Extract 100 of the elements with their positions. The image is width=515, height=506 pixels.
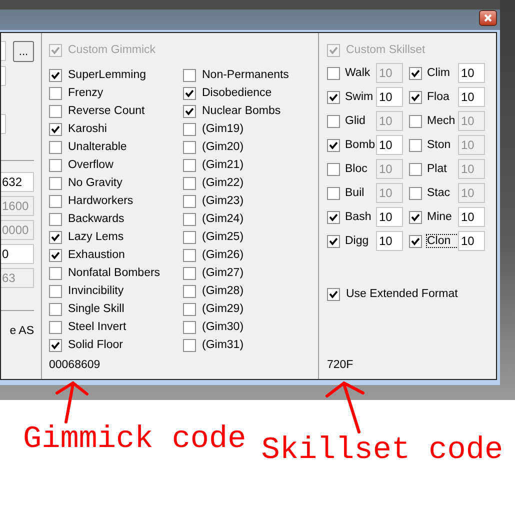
checkbox[interactable] [409, 186, 422, 200]
checkbox-label: (Gim29) [202, 303, 244, 315]
checkbox[interactable] [183, 284, 196, 298]
checkbox-label: (Gim30) [202, 321, 244, 333]
checkbox-label: Bomb [345, 139, 376, 151]
checkbox[interactable] [183, 302, 196, 316]
checkbox-label: Hardworkers [68, 195, 134, 207]
checkbox-label: Clon [427, 235, 458, 247]
number-field[interactable]: 10 [458, 87, 485, 107]
checkbox[interactable] [409, 162, 422, 176]
number-field[interactable]: 10 [376, 87, 403, 107]
checkbox[interactable] [183, 86, 196, 100]
checkbox[interactable] [327, 162, 340, 176]
checkbox[interactable] [49, 122, 62, 136]
checkbox-label: Invincibility [68, 285, 124, 297]
checkbox-label: Use Extended Format [346, 288, 458, 300]
checkbox-label: Exhaustion [68, 249, 125, 261]
checkbox[interactable] [49, 320, 62, 334]
checkbox[interactable] [409, 138, 422, 152]
checkbox[interactable] [49, 140, 62, 154]
checkbox[interactable] [327, 186, 340, 200]
checkbox[interactable] [49, 284, 62, 298]
number-field[interactable]: 0 [1, 244, 34, 264]
checkbox[interactable] [183, 212, 196, 226]
checkbox[interactable] [49, 266, 62, 280]
checkbox-label: Clim [427, 67, 451, 79]
checkbox-label: Stac [427, 187, 452, 199]
number-field[interactable]: 10 [376, 135, 403, 155]
checkbox-label: (Gim23) [202, 195, 244, 207]
checkbox-label: Plat [427, 163, 448, 175]
checkbox-label: (Gim28) [202, 285, 244, 297]
number-field[interactable]: 632 [1, 172, 34, 192]
checkbox[interactable] [327, 234, 340, 248]
checkbox[interactable] [183, 104, 196, 118]
annotation-text: Gimmick code [23, 422, 246, 459]
checkbox[interactable] [409, 210, 422, 224]
checkbox[interactable] [183, 230, 196, 244]
checkbox[interactable] [49, 176, 62, 190]
checkbox[interactable] [49, 230, 62, 244]
checkbox[interactable] [49, 104, 62, 118]
checkbox-label: Karoshi [68, 123, 107, 135]
checkbox[interactable] [49, 194, 62, 208]
checkbox-label: Unalterable [68, 141, 127, 153]
number-field[interactable]: 10 [376, 231, 403, 251]
checkbox-label: (Gim19) [202, 123, 244, 135]
checkbox[interactable] [327, 210, 340, 224]
checkbox[interactable] [49, 212, 62, 226]
checkbox[interactable] [327, 90, 340, 104]
number-field[interactable]: 10 [458, 207, 485, 227]
checkbox[interactable] [183, 68, 196, 82]
close-button[interactable] [479, 10, 497, 26]
checkbox-label: Lazy Lems [68, 231, 124, 243]
number-field[interactable]: 10 [458, 63, 485, 83]
checkbox-label: Steel Invert [68, 321, 126, 333]
checkbox[interactable] [183, 176, 196, 190]
checkbox[interactable] [183, 194, 196, 208]
checkbox[interactable] [183, 338, 196, 352]
checkbox-label: Custom Skillset [346, 44, 426, 56]
checkbox[interactable] [49, 158, 62, 172]
checkbox-label: (Gim21) [202, 159, 244, 171]
arrow-icon [326, 381, 364, 434]
checkbox[interactable] [327, 288, 340, 300]
checkbox[interactable] [327, 138, 340, 152]
checkbox[interactable] [49, 338, 62, 352]
number-field[interactable]: 10 [376, 207, 403, 227]
checkbox[interactable] [183, 248, 196, 262]
checkbox[interactable] [409, 234, 422, 248]
checkbox-label: Custom Gimmick [68, 44, 156, 56]
checkbox[interactable] [409, 114, 422, 128]
checkbox[interactable] [327, 66, 340, 80]
checkbox-label: Backwards [68, 213, 124, 225]
checkbox-label: Single Skill [68, 303, 124, 315]
checkbox[interactable] [183, 140, 196, 154]
checkbox-label: Buil [345, 187, 366, 199]
checkbox[interactable] [183, 320, 196, 334]
checkbox-label: (Gim22) [202, 177, 244, 189]
checkbox[interactable] [183, 266, 196, 280]
checkbox-label: (Gim31) [202, 339, 244, 351]
checkbox-label: Bash [345, 211, 372, 223]
skillset-code: 720F [327, 359, 354, 373]
checkbox[interactable] [183, 158, 196, 172]
checkbox[interactable] [183, 122, 196, 136]
checkbox-label: (Gim25) [202, 231, 244, 243]
checkbox[interactable] [409, 66, 422, 80]
number-field[interactable]: 10 [458, 231, 485, 251]
checkbox-label: SuperLemming [68, 69, 146, 81]
browse-button[interactable]: ... [13, 41, 34, 62]
checkbox-label: Glid [345, 115, 366, 127]
close-icon [484, 14, 492, 22]
checkbox[interactable] [327, 114, 340, 128]
checkbox[interactable] [49, 86, 62, 100]
checkbox-label: Solid Floor [68, 339, 123, 351]
checkbox[interactable] [409, 90, 422, 104]
checkbox-label: Frenzy [68, 87, 104, 99]
checkbox-label: (Gim24) [202, 213, 244, 225]
checkbox[interactable] [49, 68, 62, 82]
checkbox[interactable] [49, 302, 62, 316]
checkbox[interactable] [49, 248, 62, 262]
checkbox-label: (Gim27) [202, 267, 244, 279]
checkbox-label: Disobedience [202, 87, 272, 99]
